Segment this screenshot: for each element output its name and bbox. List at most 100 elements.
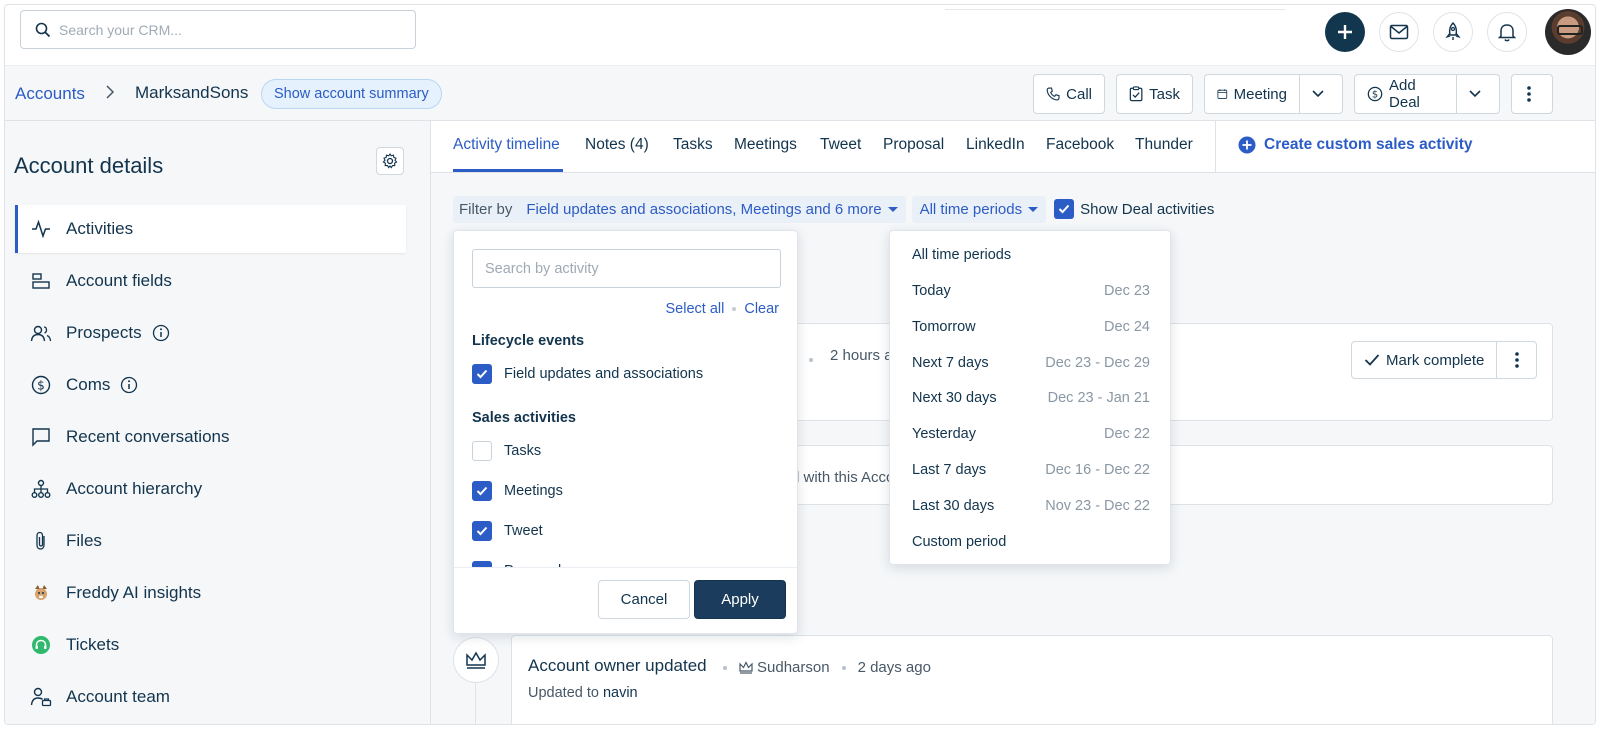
global-search-input[interactable]: Search your CRM...: [20, 10, 416, 49]
card-more-button[interactable]: [1496, 342, 1536, 378]
mark-complete-button[interactable]: Mark complete: [1352, 342, 1496, 378]
timeline-connector: [475, 683, 476, 724]
time-option-last-30-days[interactable]: Last 30 days Nov 23 - Dec 22: [912, 498, 1150, 514]
activity-search-input[interactable]: Search by activity: [472, 249, 781, 288]
call-button[interactable]: Call: [1033, 74, 1105, 114]
add-deal-button[interactable]: $ Add Deal: [1354, 74, 1500, 114]
chevron-down-icon: [1469, 90, 1481, 98]
sidebar-item-label: Freddy AI insights: [66, 583, 202, 602]
tab-tweet[interactable]: Tweet: [820, 136, 861, 154]
time-option-range: Dec 23: [1104, 283, 1150, 299]
headset-icon: [30, 634, 52, 656]
clear-link[interactable]: Clear: [744, 301, 779, 317]
breadcrumb-accounts-link[interactable]: Accounts: [15, 84, 85, 104]
checkbox-checked-icon[interactable]: [472, 364, 492, 384]
time-option-label: Yesterday: [912, 426, 976, 442]
task-button[interactable]: Task: [1116, 74, 1193, 114]
sidebar-item-label: Coms: [66, 375, 111, 394]
info-icon[interactable]: [152, 324, 170, 342]
timeline-event-user[interactable]: Sudharson: [757, 659, 830, 676]
fields-icon: [30, 270, 52, 292]
sidebar-item-files[interactable]: Files: [15, 517, 406, 565]
tab-proposal[interactable]: Proposal: [883, 136, 944, 154]
app-window: Search your CRM... Accounts MarksandSons…: [4, 4, 1596, 725]
chat-icon: [30, 426, 52, 448]
tab-linkedin[interactable]: LinkedIn: [966, 136, 1025, 154]
rocket-button[interactable]: [1433, 12, 1473, 52]
cancel-button[interactable]: Cancel: [598, 580, 690, 619]
time-option-label: Custom period: [912, 534, 1007, 550]
checkbox-checked-icon[interactable]: [1054, 199, 1075, 219]
show-deal-activities-toggle[interactable]: Show Deal activities: [1054, 199, 1214, 219]
checkbox-checked-icon[interactable]: [472, 481, 492, 501]
option-field-updates[interactable]: Field updates and associations: [472, 364, 703, 384]
option-meetings[interactable]: Meetings: [472, 481, 563, 501]
time-option-next-30-days[interactable]: Next 30 days Dec 23 - Jan 21: [912, 390, 1150, 406]
time-option-label: All time periods: [912, 247, 1012, 263]
hierarchy-icon: [30, 478, 52, 500]
time-option-custom-period[interactable]: Custom period: [912, 534, 1150, 550]
sidebar-item-account-team[interactable]: Account team: [15, 673, 406, 721]
freddy-icon: [30, 582, 52, 604]
timeline-event-title: Account owner updated: [528, 656, 707, 675]
mail-button[interactable]: [1379, 12, 1419, 52]
create-custom-sales-activity-button[interactable]: Create custom sales activity: [1238, 136, 1473, 154]
tab-activity-timeline[interactable]: Activity timeline: [453, 136, 560, 154]
sidebar-item-prospects[interactable]: Prospects: [15, 309, 406, 357]
meeting-button[interactable]: Meeting: [1204, 74, 1343, 114]
checkbox-unchecked-icon[interactable]: [472, 441, 492, 461]
plus-icon: [1338, 25, 1352, 39]
top-divider: [945, 9, 1285, 10]
sidebar-item-label: Files: [66, 531, 102, 550]
timeline-event-detail: Updated to navin: [528, 685, 638, 701]
sidebar-settings-button[interactable]: [376, 147, 404, 175]
time-option-last-7-days[interactable]: Last 7 days Dec 16 - Dec 22: [912, 462, 1150, 478]
time-option-next-7-days[interactable]: Next 7 days Dec 23 - Dec 29: [912, 355, 1150, 371]
tab-notes[interactable]: Notes (4): [585, 136, 649, 154]
sidebar-item-freddy-ai-insights[interactable]: Freddy AI insights: [15, 569, 406, 617]
option-label: Tweet: [504, 523, 543, 539]
add-deal-dropdown-toggle[interactable]: [1456, 75, 1499, 113]
tab-thunder[interactable]: Thunder: [1135, 136, 1193, 154]
sidebar-item-activities[interactable]: Activities: [15, 205, 406, 253]
time-option-range: Dec 16 - Dec 22: [1045, 462, 1150, 478]
time-option-yesterday[interactable]: Yesterday Dec 22: [912, 426, 1150, 442]
option-tasks[interactable]: Tasks: [472, 441, 541, 461]
notifications-button[interactable]: [1487, 12, 1527, 52]
time-option-tomorrow[interactable]: Tomorrow Dec 24: [912, 319, 1150, 335]
tab-tasks[interactable]: Tasks: [673, 136, 713, 154]
activity-filter-dropdown[interactable]: Field updates and associations, Meetings…: [518, 195, 906, 223]
sidebar-item-tickets[interactable]: Tickets: [15, 621, 406, 669]
dot-separator: [841, 665, 846, 670]
meeting-dropdown-toggle[interactable]: [1299, 75, 1342, 113]
show-account-summary-button[interactable]: Show account summary: [261, 79, 442, 109]
tab-meetings[interactable]: Meetings: [734, 136, 797, 154]
select-all-link[interactable]: Select all: [666, 301, 725, 317]
checkbox-checked-icon[interactable]: [472, 521, 492, 541]
tab-facebook[interactable]: Facebook: [1046, 136, 1114, 154]
info-icon[interactable]: [120, 376, 138, 394]
time-option-today[interactable]: Today Dec 23: [912, 283, 1150, 299]
timeline-card-text: d with this Acco: [791, 469, 895, 486]
activity-menu-footer: Cancel Apply: [454, 567, 797, 633]
sidebar-item-recent-conversations[interactable]: Recent conversations: [15, 413, 406, 461]
sidebar-item-account-hierarchy[interactable]: Account hierarchy: [15, 465, 406, 513]
quick-add-button[interactable]: [1325, 12, 1365, 52]
top-bar: Search your CRM...: [5, 5, 1595, 65]
search-icon: [35, 22, 51, 37]
dollar-icon: $: [30, 374, 52, 396]
time-period-dropdown[interactable]: All time periods: [911, 195, 1047, 223]
call-label: Call: [1066, 85, 1092, 103]
time-option-range: Dec 23 - Dec 29: [1045, 355, 1150, 371]
dot-separator: [809, 349, 813, 366]
caret-down-icon: [887, 206, 898, 212]
sidebar-item-coms[interactable]: $ Coms: [15, 361, 406, 409]
timeline-card-account-owner: [511, 635, 1553, 724]
more-actions-button[interactable]: [1511, 74, 1553, 114]
user-avatar[interactable]: [1545, 9, 1591, 55]
apply-button[interactable]: Apply: [694, 580, 786, 619]
sidebar-item-account-fields[interactable]: Account fields: [15, 257, 406, 305]
option-tweet[interactable]: Tweet: [472, 521, 543, 541]
show-deal-activities-label: Show Deal activities: [1080, 200, 1215, 218]
time-option-all-time[interactable]: All time periods: [912, 247, 1150, 263]
